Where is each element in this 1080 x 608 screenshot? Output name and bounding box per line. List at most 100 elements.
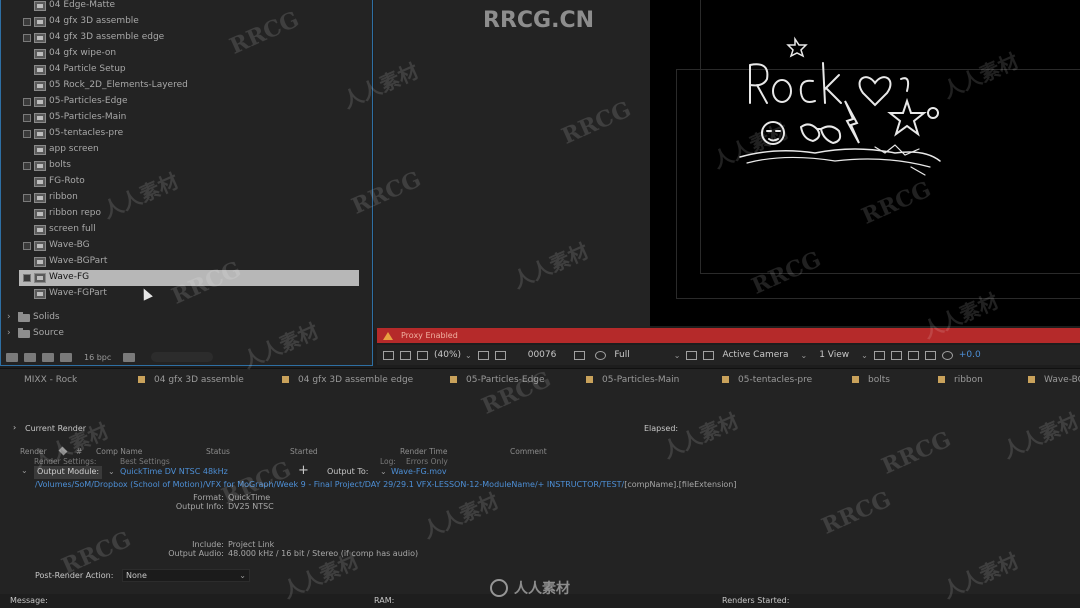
project-item[interactable]: Wave-FG <box>19 270 359 286</box>
timeline-icon[interactable] <box>907 350 919 360</box>
label-tag-icon[interactable] <box>58 446 68 456</box>
exposure-value[interactable]: +0.0 <box>959 350 981 360</box>
project-item[interactable]: 05 Rock_2D_Elements-Layered <box>1 78 373 94</box>
project-item[interactable]: Wave-BGPart <box>1 254 373 270</box>
region-of-interest-icon[interactable] <box>686 350 698 360</box>
column-number[interactable]: # <box>76 447 82 456</box>
expand-arrow-icon[interactable]: › <box>7 328 11 338</box>
post-render-action-value: None <box>126 571 147 580</box>
timeline-tab[interactable]: MIXX - Rock <box>24 375 77 385</box>
timeline-tab[interactable]: 04 gfx 3D assemble edge <box>282 375 413 385</box>
glasses-icon[interactable] <box>417 350 428 360</box>
column-render-time[interactable]: Render Time <box>400 447 447 456</box>
toggle-pixel-aspect-icon[interactable] <box>873 350 885 360</box>
project-item-label: 04 Particle Setup <box>49 64 126 74</box>
chevron-down-icon[interactable]: ⌄ <box>108 467 115 476</box>
output-path-link[interactable]: /Volumes/SoM/Dropbox (School of Motion)/… <box>35 480 624 489</box>
project-item[interactable]: 04 gfx 3D assemble edge <box>1 30 373 46</box>
column-started[interactable]: Started <box>290 447 318 456</box>
project-item[interactable]: 05-Particles-Edge <box>1 94 373 110</box>
project-item[interactable]: 04 Particle Setup <box>1 62 373 78</box>
comp-color-swatch-icon <box>586 376 593 383</box>
chevron-down-icon[interactable]: ⌄ <box>380 467 387 476</box>
expand-arrow-icon[interactable]: › <box>7 312 11 322</box>
log-select[interactable]: Errors Only <box>406 457 448 466</box>
new-folder-icon[interactable] <box>24 352 36 362</box>
bit-depth-button[interactable]: 16 bpc <box>84 353 111 362</box>
expand-arrow-icon[interactable]: ⌄ <box>21 466 28 475</box>
output-module-value[interactable]: QuickTime DV NTSC 48kHz <box>120 467 228 476</box>
project-item[interactable]: 04 gfx wipe-on <box>1 46 373 62</box>
render-settings-value[interactable]: Best Settings <box>120 457 170 466</box>
project-item[interactable]: ribbon <box>1 190 373 206</box>
render-checkbox-icon[interactable] <box>23 114 31 122</box>
timeline-tab[interactable]: 05-Particles-Edge <box>450 375 545 385</box>
column-comp-name[interactable]: Comp Name <box>96 447 142 456</box>
project-item[interactable]: 05-Particles-Main <box>1 110 373 126</box>
project-item[interactable]: FG-Roto <box>1 174 373 190</box>
chevron-down-icon[interactable]: ⌄ <box>465 351 472 360</box>
project-scrollbar[interactable] <box>151 352 213 362</box>
resolution-select[interactable]: Full <box>614 350 629 360</box>
composition-icon <box>34 33 46 43</box>
project-item-label: 04 gfx 3D assemble edge <box>49 32 165 42</box>
timeline-tab[interactable]: 04 gfx 3D assemble <box>138 375 244 385</box>
folder-source[interactable]: › Source <box>1 326 373 342</box>
timeline-tab[interactable]: bolts <box>852 375 890 385</box>
column-comment[interactable]: Comment <box>510 447 547 456</box>
output-to-value[interactable]: Wave-FG.mov <box>391 467 447 476</box>
timeline-tab[interactable]: Wave-BG <box>1028 375 1080 385</box>
render-checkbox-icon[interactable] <box>23 194 31 202</box>
chevron-down-icon[interactable]: ⌄ <box>801 351 808 360</box>
project-item[interactable]: screen full <box>1 222 373 238</box>
timeline-tab[interactable]: 05-Particles-Main <box>586 375 679 385</box>
render-checkbox-icon[interactable] <box>23 274 31 282</box>
render-checkbox-icon[interactable] <box>23 242 31 250</box>
project-item[interactable]: 05-tentacles-pre <box>1 126 373 142</box>
expand-arrow-icon[interactable]: › <box>13 423 16 432</box>
render-checkbox-icon[interactable] <box>23 18 31 26</box>
fast-previews-icon[interactable] <box>890 350 902 360</box>
trash-icon[interactable] <box>123 352 136 362</box>
output-info-label: Output Info: <box>175 502 224 511</box>
project-item[interactable]: Wave-BG <box>1 238 373 254</box>
post-render-action-select[interactable]: None ⌄ <box>122 569 250 582</box>
flowchart-icon[interactable] <box>924 350 936 360</box>
camera-select[interactable]: Active Camera <box>722 350 788 360</box>
transparency-grid-icon[interactable] <box>703 350 715 360</box>
current-time-field[interactable]: 00076 <box>528 350 557 360</box>
render-checkbox-icon[interactable] <box>23 34 31 42</box>
render-checkbox-icon[interactable] <box>23 162 31 170</box>
comp-frame-edge <box>700 0 701 274</box>
render-checkbox-icon[interactable] <box>23 130 31 138</box>
render-checkbox-icon[interactable] <box>23 98 31 106</box>
column-render[interactable]: Render <box>20 447 47 456</box>
interpret-footage-icon[interactable] <box>6 352 18 362</box>
chevron-down-icon[interactable]: ⌄ <box>861 351 868 360</box>
project-item[interactable]: ribbon repo <box>1 206 373 222</box>
camera-snapshot-icon[interactable] <box>574 350 586 360</box>
color-channels-icon[interactable] <box>595 350 607 360</box>
project-item[interactable]: bolts <box>1 158 373 174</box>
column-status[interactable]: Status <box>206 447 230 456</box>
project-settings-icon[interactable] <box>60 352 72 362</box>
project-item[interactable]: app screen <box>1 142 373 158</box>
always-preview-icon[interactable] <box>383 350 394 360</box>
chevron-down-icon[interactable]: ⌄ <box>674 351 681 360</box>
folder-solids[interactable]: › Solids <box>1 310 373 326</box>
timeline-tab[interactable]: ribbon <box>938 375 983 385</box>
project-item[interactable]: 04 Edge-Matte <box>1 0 373 14</box>
zoom-select[interactable]: (40%) <box>434 350 461 360</box>
mask-visibility-icon[interactable] <box>494 350 506 360</box>
project-item[interactable]: Wave-FGPart <box>1 286 373 302</box>
monitor-icon[interactable] <box>400 350 411 360</box>
view-layout-select[interactable]: 1 View <box>819 350 849 360</box>
project-item[interactable]: 04 gfx 3D assemble <box>1 14 373 30</box>
add-output-module-button[interactable]: + <box>298 463 309 478</box>
reset-exposure-icon[interactable] <box>941 350 953 360</box>
grid-icon[interactable] <box>477 350 489 360</box>
new-composition-icon[interactable] <box>42 352 54 362</box>
output-info-value: DV25 NTSC <box>228 502 274 511</box>
comp-color-swatch-icon <box>1028 376 1035 383</box>
timeline-tab[interactable]: 05-tentacles-pre <box>722 375 812 385</box>
